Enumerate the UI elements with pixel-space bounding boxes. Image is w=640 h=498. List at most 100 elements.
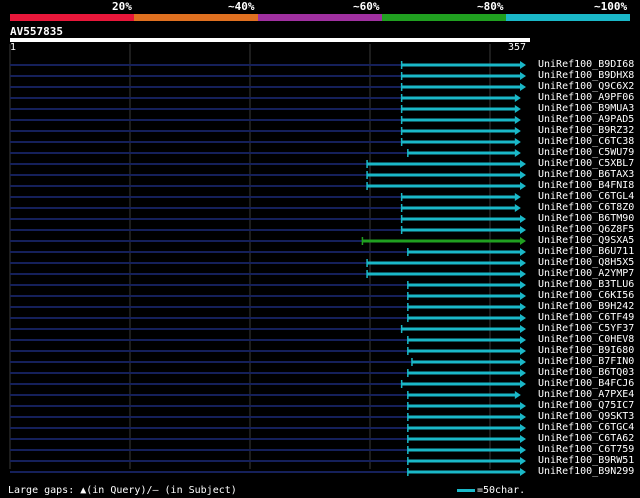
hit-end-arrow-icon bbox=[520, 259, 526, 267]
hit-bar[interactable] bbox=[407, 151, 516, 155]
hit-end-arrow-icon bbox=[514, 149, 521, 157]
hit-bar[interactable] bbox=[401, 118, 516, 122]
hit-end-arrow-icon bbox=[514, 105, 521, 113]
hit-end-arrow-icon bbox=[520, 182, 526, 190]
hit-label[interactable]: UniRef100_B6TQ03 bbox=[538, 367, 634, 378]
hit-bar[interactable] bbox=[401, 74, 521, 78]
hit-bar[interactable] bbox=[401, 327, 521, 331]
hit-end-arrow-icon bbox=[520, 435, 526, 443]
hit-bar[interactable] bbox=[401, 217, 521, 221]
hit-label[interactable]: UniRef100_C0HEV8 bbox=[538, 334, 634, 345]
hit-bar[interactable] bbox=[401, 96, 516, 100]
hit-label[interactable]: UniRef100_C6T8Z0 bbox=[538, 202, 634, 213]
hit-label[interactable]: UniRef100_C6TGL4 bbox=[538, 191, 634, 202]
hit-bar[interactable] bbox=[407, 404, 521, 408]
hit-end-arrow-icon bbox=[520, 270, 526, 278]
hit-bar[interactable] bbox=[407, 250, 521, 254]
hit-bar[interactable] bbox=[407, 459, 521, 463]
hit-bar[interactable] bbox=[407, 338, 521, 342]
hit-bar[interactable] bbox=[407, 426, 521, 430]
hit-label[interactable]: UniRef100_A7PXE4 bbox=[538, 389, 634, 400]
hit-end-arrow-icon bbox=[520, 336, 526, 344]
hit-bar[interactable] bbox=[401, 85, 521, 89]
hit-label[interactable]: UniRef100_Q8H5X5 bbox=[538, 257, 634, 268]
hit-label[interactable]: UniRef100_C6TC38 bbox=[538, 136, 634, 147]
hit-label[interactable]: UniRef100_A9PAD5 bbox=[538, 114, 634, 125]
hit-label[interactable]: UniRef100_C6TA62 bbox=[538, 433, 634, 444]
hit-label[interactable]: UniRef100_Q6Z8F5 bbox=[538, 224, 634, 235]
hit-label[interactable]: UniRef100_C6TGC4 bbox=[538, 422, 634, 433]
hit-label[interactable]: UniRef100_B4FCJ6 bbox=[538, 378, 634, 389]
hit-end-arrow-icon bbox=[514, 127, 521, 135]
hit-label[interactable]: UniRef100_A9PF06 bbox=[538, 92, 634, 103]
hit-label[interactable]: UniRef100_B3TLU6 bbox=[538, 279, 634, 290]
hit-bar[interactable] bbox=[401, 382, 521, 386]
hit-end-arrow-icon bbox=[520, 314, 526, 322]
hit-label[interactable]: UniRef100_B9H242 bbox=[538, 301, 634, 312]
hit-label[interactable]: UniRef100_B6TM90 bbox=[538, 213, 634, 224]
hit-end-arrow-icon bbox=[520, 457, 526, 465]
hit-label[interactable]: UniRef100_C6TF49 bbox=[538, 312, 634, 323]
hit-end-arrow-icon bbox=[520, 237, 526, 245]
hit-label[interactable]: UniRef100_B4FNI8 bbox=[538, 180, 634, 191]
hit-label[interactable]: UniRef100_C5XBL7 bbox=[538, 158, 634, 169]
hit-bar[interactable] bbox=[401, 140, 516, 144]
hit-end-arrow-icon bbox=[514, 204, 521, 212]
hit-bar[interactable] bbox=[401, 195, 516, 199]
hit-label[interactable]: UniRef100_C5WU79 bbox=[538, 147, 634, 158]
hit-bar[interactable] bbox=[367, 272, 521, 276]
hit-bar[interactable] bbox=[407, 470, 521, 474]
hit-end-arrow-icon bbox=[520, 468, 526, 476]
hit-bar[interactable] bbox=[407, 393, 516, 397]
gaps-legend: Large gaps: ▲(in Query)/– (in Subject) bbox=[8, 485, 237, 496]
hit-label[interactable]: UniRef100_B9N299 bbox=[538, 466, 634, 477]
hit-bar[interactable] bbox=[367, 173, 521, 177]
hit-bar[interactable] bbox=[407, 283, 521, 287]
hit-end-arrow-icon bbox=[520, 61, 526, 69]
hit-bar[interactable] bbox=[401, 107, 516, 111]
hit-bar[interactable] bbox=[401, 228, 521, 232]
hit-bar[interactable] bbox=[407, 437, 521, 441]
hit-label[interactable]: UniRef100_Q75IC7 bbox=[538, 400, 634, 411]
hit-bar[interactable] bbox=[407, 448, 521, 452]
hit-label[interactable]: UniRef100_B9DHX8 bbox=[538, 70, 634, 81]
hit-label[interactable]: UniRef100_B6TAX3 bbox=[538, 169, 634, 180]
hit-bar[interactable] bbox=[367, 261, 521, 265]
hit-bar[interactable] bbox=[367, 162, 521, 166]
hit-label[interactable]: UniRef100_B9I680 bbox=[538, 345, 634, 356]
hit-label[interactable]: UniRef100_B9MUA3 bbox=[538, 103, 634, 114]
hit-bar[interactable] bbox=[407, 294, 521, 298]
hit-bar[interactable] bbox=[407, 415, 521, 419]
hit-bar[interactable] bbox=[407, 316, 521, 320]
hit-label[interactable]: UniRef100_B9RW51 bbox=[538, 455, 634, 466]
hit-label[interactable]: UniRef100_B6U711 bbox=[538, 246, 634, 257]
hit-bar[interactable] bbox=[367, 184, 521, 188]
hit-bar[interactable] bbox=[401, 129, 516, 133]
hit-bar[interactable] bbox=[401, 63, 521, 67]
hit-label[interactable]: UniRef100_Q9SXA5 bbox=[538, 235, 634, 246]
hit-bars bbox=[10, 61, 526, 476]
hit-end-arrow-icon bbox=[514, 193, 521, 201]
scale-legend-text: =50char. bbox=[477, 485, 526, 496]
hit-label[interactable]: UniRef100_Q9SKT3 bbox=[538, 411, 634, 422]
hit-label[interactable]: UniRef100_B9DI68 bbox=[538, 59, 634, 70]
hit-end-arrow-icon bbox=[514, 94, 521, 102]
hit-label[interactable]: UniRef100_C6T759 bbox=[538, 444, 634, 455]
hit-end-arrow-icon bbox=[520, 83, 526, 91]
hit-end-arrow-icon bbox=[520, 325, 526, 333]
hit-label[interactable]: UniRef100_C6KI56 bbox=[538, 290, 634, 301]
hit-label[interactable]: UniRef100_B7FIN0 bbox=[538, 356, 634, 367]
hit-label[interactable]: UniRef100_A2YMP7 bbox=[538, 268, 634, 279]
hit-label[interactable]: UniRef100_Q9C6X2 bbox=[538, 81, 634, 92]
hit-bar[interactable] bbox=[401, 206, 516, 210]
hit-end-arrow-icon bbox=[520, 215, 526, 223]
hit-bar[interactable] bbox=[407, 371, 521, 375]
hit-end-arrow-icon bbox=[520, 358, 526, 366]
hit-label[interactable]: UniRef100_B9RZ32 bbox=[538, 125, 634, 136]
hit-bar[interactable] bbox=[411, 360, 521, 364]
hit-bar[interactable] bbox=[407, 349, 521, 353]
hit-end-arrow-icon bbox=[520, 446, 526, 454]
hit-label[interactable]: UniRef100_C5YF37 bbox=[538, 323, 634, 334]
hit-bar[interactable] bbox=[407, 305, 521, 309]
hit-bar[interactable] bbox=[362, 239, 521, 243]
